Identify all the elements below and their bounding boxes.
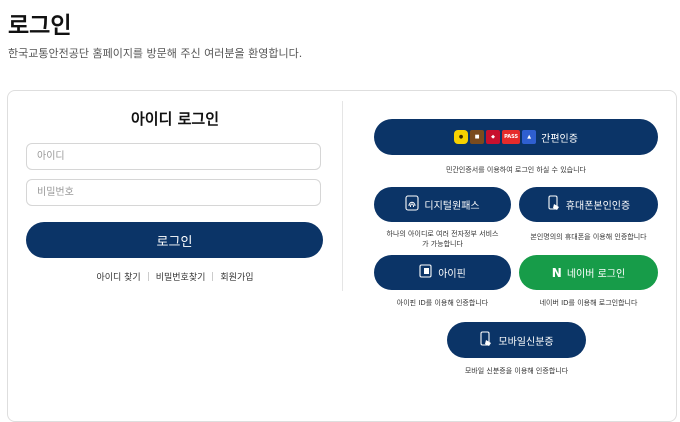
mobile-identity-label: 휴대폰본인인증: [565, 201, 631, 212]
find-password-link[interactable]: 비밀번호찾기: [156, 273, 206, 283]
simple-auth-label: 간편인증: [541, 133, 578, 145]
digital-one-pass-button[interactable]: 디지털원패스: [374, 187, 511, 222]
sign-up-link[interactable]: 회원가입: [220, 273, 253, 283]
ipin-label: 아이핀: [438, 269, 466, 280]
ipin-desc: 아이핀 ID를 이용해 인증합니다: [396, 299, 489, 307]
naver-n-icon: N: [551, 265, 562, 280]
find-id-link[interactable]: 아이디 찾기: [96, 273, 140, 283]
id-input[interactable]: [26, 143, 321, 170]
pass-badge-icon: PASS: [502, 130, 521, 144]
mobile-id-label: 모바일신분증: [498, 336, 554, 348]
simple-auth-desc: 민간인증서를 이용하여 로그인 하실 수 있습니다: [446, 166, 586, 174]
mobile-identity-button[interactable]: 휴대폰본인인증: [519, 187, 658, 222]
naver-login-label: 네이버 로그인: [566, 269, 626, 280]
ipin-button[interactable]: 아이핀: [374, 255, 511, 290]
naver-login-desc: 네이버 ID를 이용해 로그인합니다: [539, 299, 638, 307]
mobile-id-button[interactable]: 모바일신분증: [447, 322, 586, 358]
fingerprint-icon: [405, 195, 419, 214]
provider-badge-icon: ▲: [522, 130, 537, 144]
digital-one-pass-desc-line1: 하나의 아이디로 여러 전자정부 서비스: [386, 230, 499, 238]
digital-one-pass-desc: 하나의 아이디로 여러 전자정부 서비스 가 가능합니다: [374, 229, 511, 249]
kakao-badge-icon: ●: [454, 130, 469, 144]
ipin-icon: [419, 263, 433, 282]
simple-auth-button[interactable]: ● ■ ◆ PASS ▲ 간편인증: [374, 119, 658, 155]
login-panel: 아이디 로그인 로그인 아이디 찾기 비밀번호찾기 회원가입 ● ■ ◆ PASS …: [7, 90, 677, 422]
page-title: 로그인: [8, 13, 72, 39]
phone-hand-icon: [479, 330, 493, 350]
page-subtitle: 한국교통안전공단 홈페이지를 방문해 주신 여러분을 환영합니다.: [8, 47, 303, 60]
login-button[interactable]: 로그인: [26, 222, 323, 258]
digital-one-pass-desc-line2: 가 가능합니다: [422, 240, 463, 248]
panel-divider: [342, 101, 343, 291]
provider-badge-icon: ■: [470, 130, 485, 144]
mobile-identity-desc: 본인명의의 휴대폰을 이용해 인증합니다: [530, 233, 647, 241]
naver-login-button[interactable]: N 네이버 로그인: [519, 255, 658, 290]
mobile-id-desc: 모바일 신분증을 이용해 인증합니다: [464, 367, 569, 375]
password-input[interactable]: [26, 179, 321, 206]
link-separator: [212, 272, 214, 281]
account-links: 아이디 찾기 비밀번호찾기 회원가입: [8, 270, 342, 283]
id-login-heading: 아이디 로그인: [130, 110, 220, 128]
link-separator: [147, 272, 149, 281]
phone-hand-icon: [547, 195, 561, 214]
provider-badge-icon: ◆: [486, 130, 501, 144]
digital-one-pass-label: 디지털원패스: [424, 201, 480, 212]
